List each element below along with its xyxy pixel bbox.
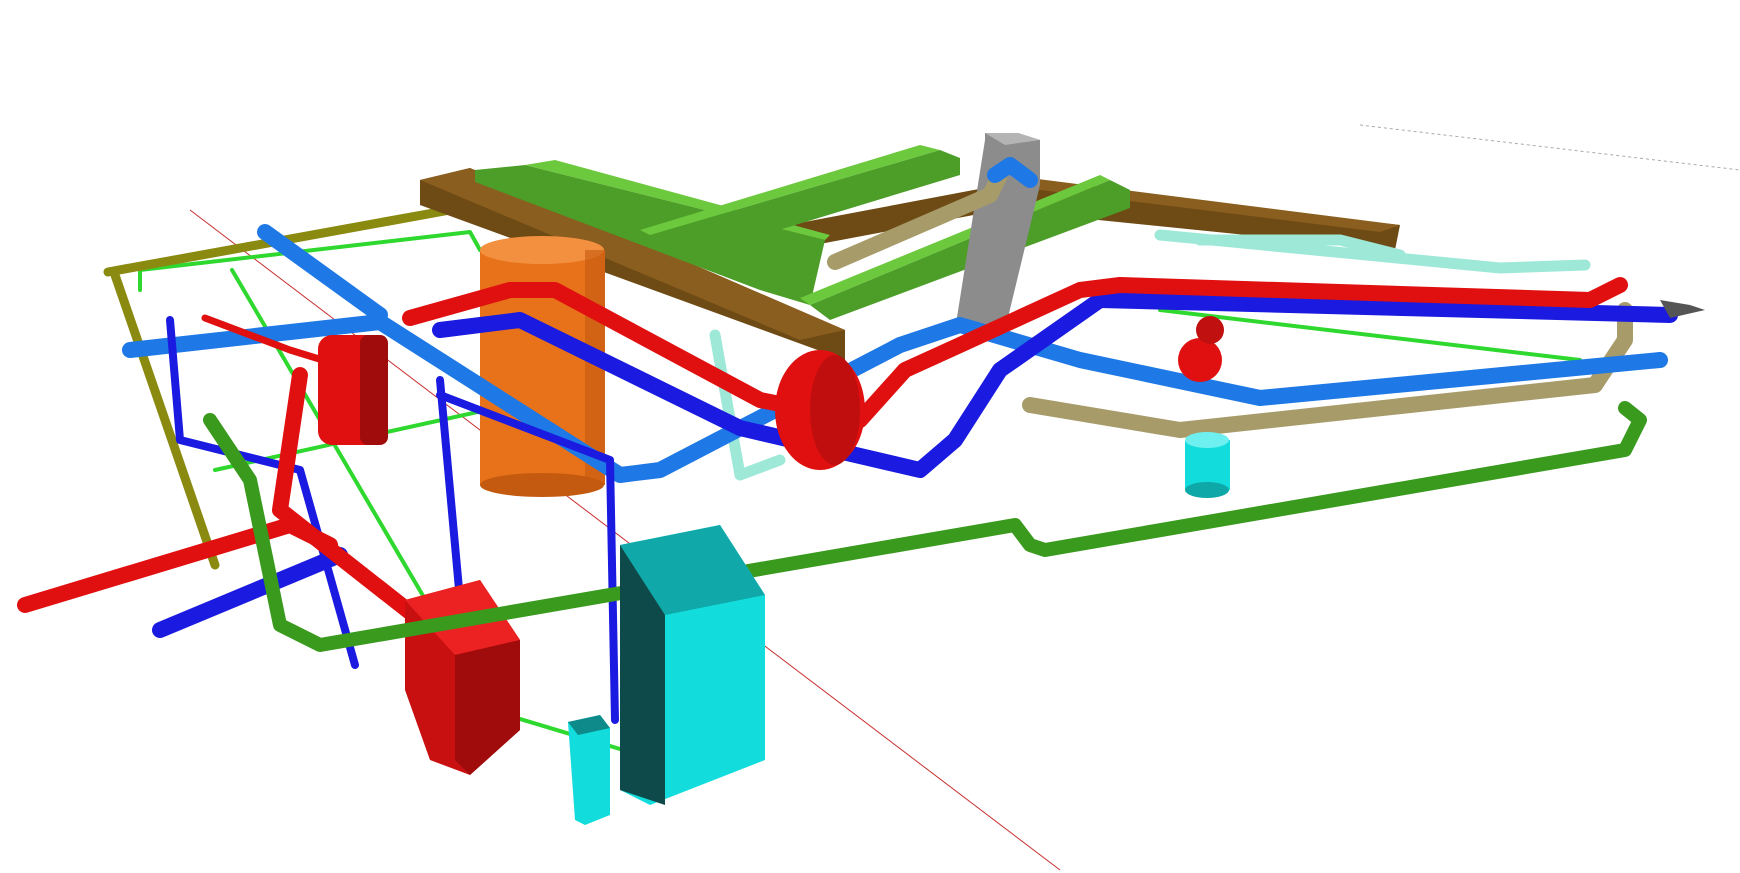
blue-pipe-left-loop xyxy=(152,547,348,638)
red-pump-right xyxy=(1178,316,1224,382)
red-pipe-inlet xyxy=(17,517,338,613)
red-pump-vessel xyxy=(775,350,865,470)
olive-pipe-left-vertical xyxy=(110,270,220,570)
cyan-cylinder xyxy=(1185,432,1230,498)
gray-axis-line xyxy=(1359,124,1740,171)
blue-thin-pipe-vertical xyxy=(436,376,464,614)
cyan-cabinet xyxy=(620,525,765,805)
red-expansion-vessel xyxy=(318,335,388,445)
cyan-small-cabinet xyxy=(568,715,610,825)
piping-model-drawing xyxy=(17,124,1740,871)
model-viewport[interactable] xyxy=(0,0,1740,873)
